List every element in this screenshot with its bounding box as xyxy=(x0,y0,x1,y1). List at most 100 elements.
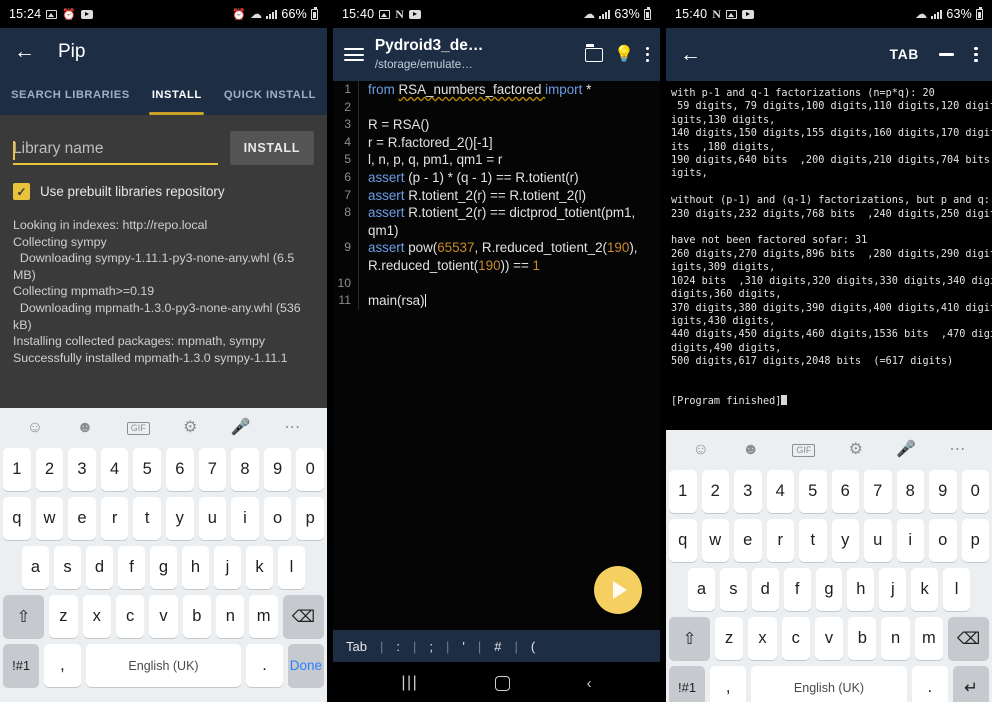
key-g[interactable]: g xyxy=(150,546,177,589)
key-e[interactable]: e xyxy=(734,519,762,562)
key-6[interactable]: 6 xyxy=(166,448,194,491)
tab-quick-install[interactable]: QUICK INSTALL xyxy=(213,75,327,115)
back-icon[interactable]: ‹ xyxy=(587,676,592,691)
key-n[interactable]: n xyxy=(881,617,910,660)
checkbox-checked-icon[interactable]: ✓ xyxy=(13,183,30,200)
symkey-tab[interactable]: Tab xyxy=(333,639,380,654)
key-z[interactable]: z xyxy=(49,595,78,638)
key-g[interactable]: g xyxy=(815,568,843,611)
key-n[interactable]: n xyxy=(216,595,245,638)
key-t[interactable]: t xyxy=(133,497,161,540)
key-q[interactable]: q xyxy=(669,519,697,562)
key-2[interactable]: 2 xyxy=(701,470,729,513)
key-i[interactable]: i xyxy=(896,519,924,562)
sticker-icon[interactable]: ☻ xyxy=(76,420,93,436)
key-u[interactable]: u xyxy=(864,519,892,562)
key-o[interactable]: o xyxy=(263,497,292,540)
key-b[interactable]: b xyxy=(848,617,877,660)
sticker-icon[interactable]: ☻ xyxy=(742,442,759,458)
key-x[interactable]: x xyxy=(748,617,777,660)
mic-icon[interactable]: 🎤 xyxy=(231,420,251,436)
key-c[interactable]: c xyxy=(115,595,145,638)
code-line[interactable]: 6 assert (p - 1) * (q - 1) == R.totient(r… xyxy=(333,168,660,187)
key-t[interactable]: t xyxy=(799,519,827,562)
emoji-icon[interactable]: ☺ xyxy=(27,420,43,436)
key-1[interactable]: 1 xyxy=(669,470,697,513)
key-k[interactable]: k xyxy=(911,568,939,611)
key-period[interactable]: . xyxy=(911,666,948,702)
key-z[interactable]: z xyxy=(715,617,744,660)
key-v[interactable]: v xyxy=(814,617,844,660)
key-0[interactable]: 0 xyxy=(961,470,989,513)
recents-icon[interactable]: ||| xyxy=(401,675,418,691)
key-r[interactable]: r xyxy=(100,497,129,540)
key-m[interactable]: m xyxy=(249,595,278,638)
code-line[interactable]: 10 xyxy=(333,274,660,293)
key-9[interactable]: 9 xyxy=(263,448,292,491)
key-x[interactable]: x xyxy=(82,595,111,638)
key-s[interactable]: s xyxy=(54,546,81,589)
key-period[interactable]: . xyxy=(246,644,283,687)
key-s[interactable]: s xyxy=(719,568,747,611)
prebuilt-repo-checkbox-row[interactable]: ✓ Use prebuilt libraries repository xyxy=(13,183,314,200)
settings-icon[interactable]: ⚙ xyxy=(183,420,197,436)
library-name-input[interactable] xyxy=(13,140,218,158)
backspace-icon[interactable]: ⌫ xyxy=(947,617,989,660)
symbols-key[interactable]: !#1 xyxy=(3,644,40,687)
key-j[interactable]: j xyxy=(879,568,907,611)
key-4[interactable]: 4 xyxy=(766,470,794,513)
key-f[interactable]: f xyxy=(118,546,145,589)
key-4[interactable]: 4 xyxy=(100,448,129,491)
code-line[interactable]: 8 assert R.totient_2(r) == dictprod_totie… xyxy=(333,204,660,240)
key-p[interactable]: p xyxy=(961,519,989,562)
key-y[interactable]: y xyxy=(831,519,859,562)
key-2[interactable]: 2 xyxy=(35,448,64,491)
key-v[interactable]: v xyxy=(149,595,178,638)
key-8[interactable]: 8 xyxy=(896,470,924,513)
symbols-key[interactable]: !#1 xyxy=(669,666,706,702)
code-line[interactable]: 11 main(rsa) xyxy=(333,292,660,310)
shift-key[interactable]: ⇧ xyxy=(669,617,711,660)
key-m[interactable]: m xyxy=(914,617,943,660)
enter-key[interactable]: ↵ xyxy=(952,666,989,702)
code-editor[interactable]: 1 from RSA_numbers_factored import * 2 3 R … xyxy=(333,81,660,630)
folder-icon[interactable] xyxy=(585,44,604,62)
key-y[interactable]: y xyxy=(166,497,194,540)
mic-icon[interactable]: 🎤 xyxy=(896,442,916,458)
back-icon[interactable]: ← xyxy=(14,41,36,62)
key-h[interactable]: h xyxy=(847,568,875,611)
key-a[interactable]: a xyxy=(22,546,49,589)
back-icon[interactable]: ← xyxy=(680,44,702,65)
key-7[interactable]: 7 xyxy=(198,448,227,491)
key-l[interactable]: l xyxy=(943,568,971,611)
key-9[interactable]: 9 xyxy=(929,470,957,513)
key-k[interactable]: k xyxy=(246,546,273,589)
key-comma[interactable]: , xyxy=(710,666,747,702)
key-8[interactable]: 8 xyxy=(231,448,259,491)
more-icon[interactable]: ⋯ xyxy=(949,442,965,458)
key-5[interactable]: 5 xyxy=(133,448,161,491)
emoji-icon[interactable]: ☺ xyxy=(693,442,709,458)
key-o[interactable]: o xyxy=(929,519,957,562)
key-6[interactable]: 6 xyxy=(831,470,859,513)
key-w[interactable]: w xyxy=(701,519,729,562)
key-h[interactable]: h xyxy=(182,546,209,589)
key-3[interactable]: 3 xyxy=(734,470,762,513)
key-e[interactable]: e xyxy=(68,497,96,540)
code-line[interactable]: 9 assert pow(65537, R.reduced_totient_2(1… xyxy=(333,239,660,275)
code-line[interactable]: 4 r = R.factored_2()[-1] xyxy=(333,133,660,152)
space-key[interactable]: English (UK) xyxy=(85,644,242,687)
key-5[interactable]: 5 xyxy=(799,470,827,513)
code-line[interactable]: 1 from RSA_numbers_factored import * xyxy=(333,81,660,99)
symkey-semicolon[interactable]: ; xyxy=(416,639,446,654)
key-p[interactable]: p xyxy=(296,497,324,540)
install-button[interactable]: INSTALL xyxy=(229,131,314,165)
key-u[interactable]: u xyxy=(198,497,227,540)
menu-icon[interactable] xyxy=(344,48,364,61)
shift-key[interactable]: ⇧ xyxy=(2,595,45,638)
run-button[interactable] xyxy=(594,566,642,614)
done-key[interactable]: Done xyxy=(287,644,324,687)
home-icon[interactable] xyxy=(494,675,510,691)
symkey-paren[interactable]: ( xyxy=(518,639,548,654)
tab-search-libraries[interactable]: SEARCH LIBRARIES xyxy=(0,75,141,115)
